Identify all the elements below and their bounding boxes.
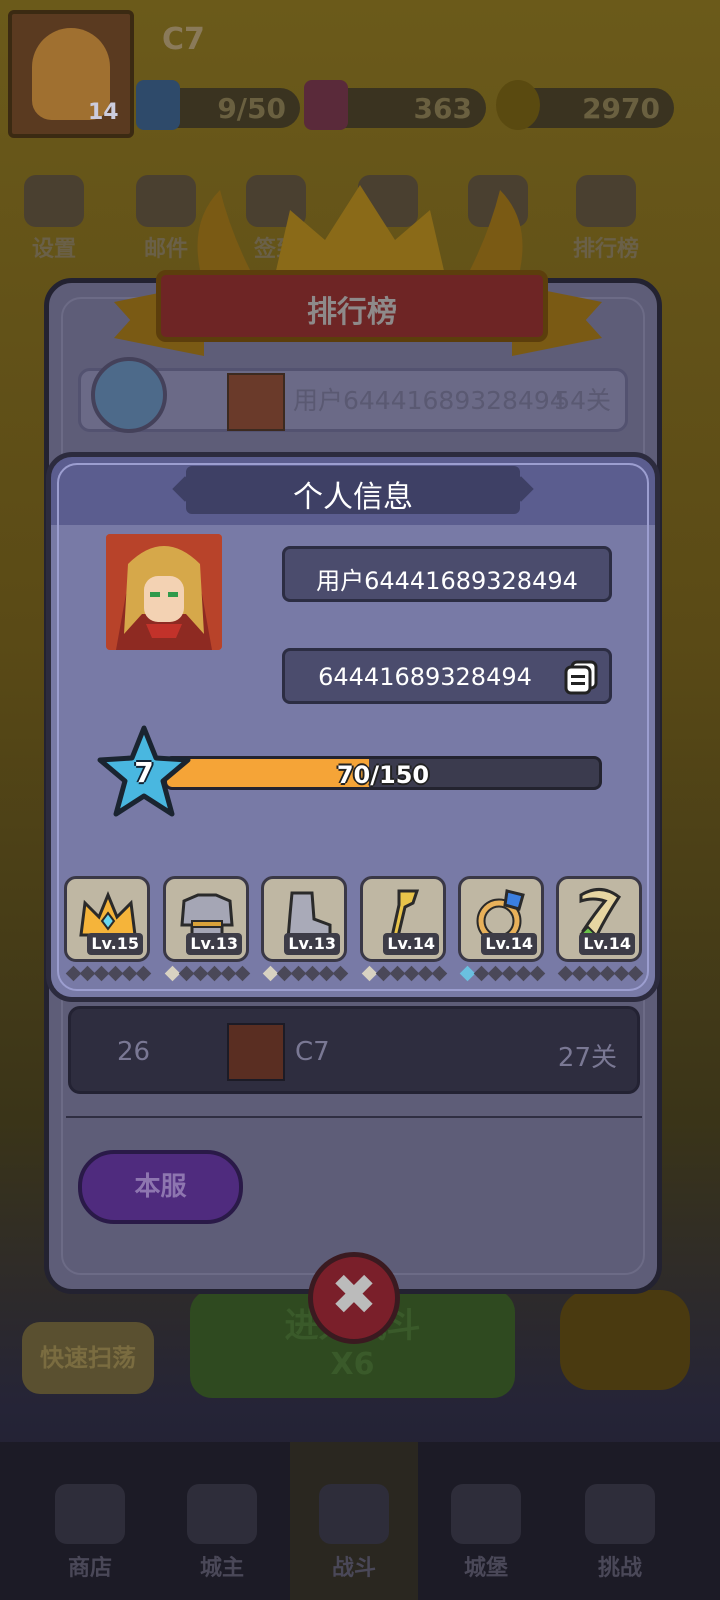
nav-label: 城堡: [463, 1556, 508, 1581]
equipment-gem-slots: [163, 965, 251, 982]
gem-icon: [304, 80, 348, 130]
crown-laurel-icon: [197, 185, 523, 275]
gem-value: 363: [413, 92, 472, 125]
lightning-icon: [136, 80, 180, 130]
my-name: C7: [295, 1037, 330, 1067]
username-field: 用户64441689328494: [282, 546, 612, 602]
nav-label: 城主: [199, 1556, 244, 1581]
equipment-gem-slots: [458, 965, 546, 982]
equipment-level: Lv.15: [87, 933, 143, 955]
swords-icon: [319, 1484, 389, 1544]
gold-value: 2970: [582, 92, 660, 125]
player-name: C7: [162, 22, 205, 57]
gem-slot-icon: [627, 965, 644, 982]
equipment-level: Lv.14: [383, 933, 439, 955]
user-id-field: 64441689328494: [282, 648, 612, 704]
coin-icon: [496, 80, 540, 130]
row-avatar: [227, 373, 285, 431]
player-level-badge: 14: [88, 100, 119, 125]
menu-label: 设置: [31, 237, 76, 262]
shop-icon: [55, 1484, 125, 1544]
battle-cost: X6: [330, 1347, 375, 1382]
equipment-slot-boots[interactable]: Lv.13: [261, 876, 347, 962]
server-tab-button[interactable]: 本服: [78, 1150, 243, 1224]
equipment-level: Lv.13: [284, 933, 340, 955]
hero-portrait-icon: [106, 534, 222, 650]
equipment-slot-armor[interactable]: Lv.13: [163, 876, 249, 962]
stamina-value: 9/50: [217, 92, 286, 125]
level-number: 7: [134, 756, 154, 789]
leaderboard-title-banner: 排行榜: [156, 270, 548, 342]
gold-counter[interactable]: 2970: [496, 80, 674, 130]
close-button[interactable]: ✖: [308, 1252, 400, 1344]
equipment-slot-crown[interactable]: Lv.15: [64, 876, 150, 962]
leaderboard-title: 排行榜: [307, 295, 397, 330]
nav-label: 商店: [67, 1556, 112, 1581]
top-bar: 14 C7 9/50 363 2970: [0, 0, 720, 150]
equipment-gem-slots: [64, 965, 152, 982]
nav-castle[interactable]: 城堡: [422, 1442, 550, 1600]
gem-slot-icon: [234, 965, 251, 982]
menu-settings[interactable]: 设置: [14, 175, 94, 265]
leaderboard-row[interactable]: 用户64441689328494 54关: [78, 357, 628, 433]
row-level: 54关: [554, 386, 611, 415]
xp-progress-bar: 70/150: [164, 756, 602, 790]
quick-sweep-button[interactable]: 快速扫荡: [22, 1322, 154, 1394]
my-avatar: [227, 1023, 285, 1081]
equipment-slot-ring[interactable]: Lv.14: [458, 876, 544, 962]
rank-medal-icon: [91, 357, 167, 433]
equipment-gem-slots: [261, 965, 349, 982]
modal-header: 个人信息: [172, 466, 534, 515]
stamina-counter[interactable]: 9/50: [136, 80, 300, 130]
nav-label: 战斗: [331, 1556, 376, 1581]
equipment-level: Lv.14: [579, 933, 635, 955]
gem-slot-icon: [431, 965, 448, 982]
menu-label: 排行榜: [572, 237, 639, 262]
gem-slot-icon: [135, 965, 152, 982]
equipment-slot-necklace[interactable]: Lv.14: [556, 876, 642, 962]
my-level: 27关: [557, 1043, 617, 1073]
equipment-level: Lv.14: [481, 933, 537, 955]
copy-icon[interactable]: [563, 659, 599, 695]
nav-challenge[interactable]: 挑战: [556, 1442, 684, 1600]
row-name: 用户64441689328494: [293, 386, 566, 415]
crown-icon: [187, 1484, 257, 1544]
gem-counter[interactable]: 363: [304, 80, 486, 130]
my-rank-row[interactable]: 26 C7 27关: [68, 1006, 640, 1094]
nav-shop[interactable]: 商店: [26, 1442, 154, 1600]
nav-lord[interactable]: 城主: [158, 1442, 286, 1600]
menu-leaderboard[interactable]: 排行榜: [566, 175, 646, 265]
equipment-gem-slots: [556, 965, 644, 982]
bottom-nav: 商店 城主 战斗 城堡 挑战: [0, 1442, 720, 1600]
equipment-gem-slots: [360, 965, 448, 982]
username-text: 用户64441689328494: [316, 567, 578, 595]
equipment-slot-staff[interactable]: Lv.14: [360, 876, 446, 962]
equipment-level: Lv.13: [186, 933, 242, 955]
gear-icon: [24, 175, 84, 227]
treasure-chest-icon[interactable]: [560, 1290, 690, 1390]
bar-chart-icon: [576, 175, 636, 227]
xp-text: 70/150: [336, 761, 430, 789]
gem-slot-icon: [332, 965, 349, 982]
profile-avatar: [106, 534, 222, 650]
gem-slot-icon: [529, 965, 546, 982]
divider: [66, 1116, 642, 1118]
nav-battle[interactable]: 战斗: [290, 1442, 418, 1600]
nav-label: 挑战: [597, 1556, 642, 1581]
user-id-text: 64441689328494: [318, 663, 532, 691]
modal-title: 个人信息: [293, 480, 413, 515]
castle-icon: [451, 1484, 521, 1544]
my-rank: 26: [117, 1037, 151, 1067]
demon-icon: [585, 1484, 655, 1544]
